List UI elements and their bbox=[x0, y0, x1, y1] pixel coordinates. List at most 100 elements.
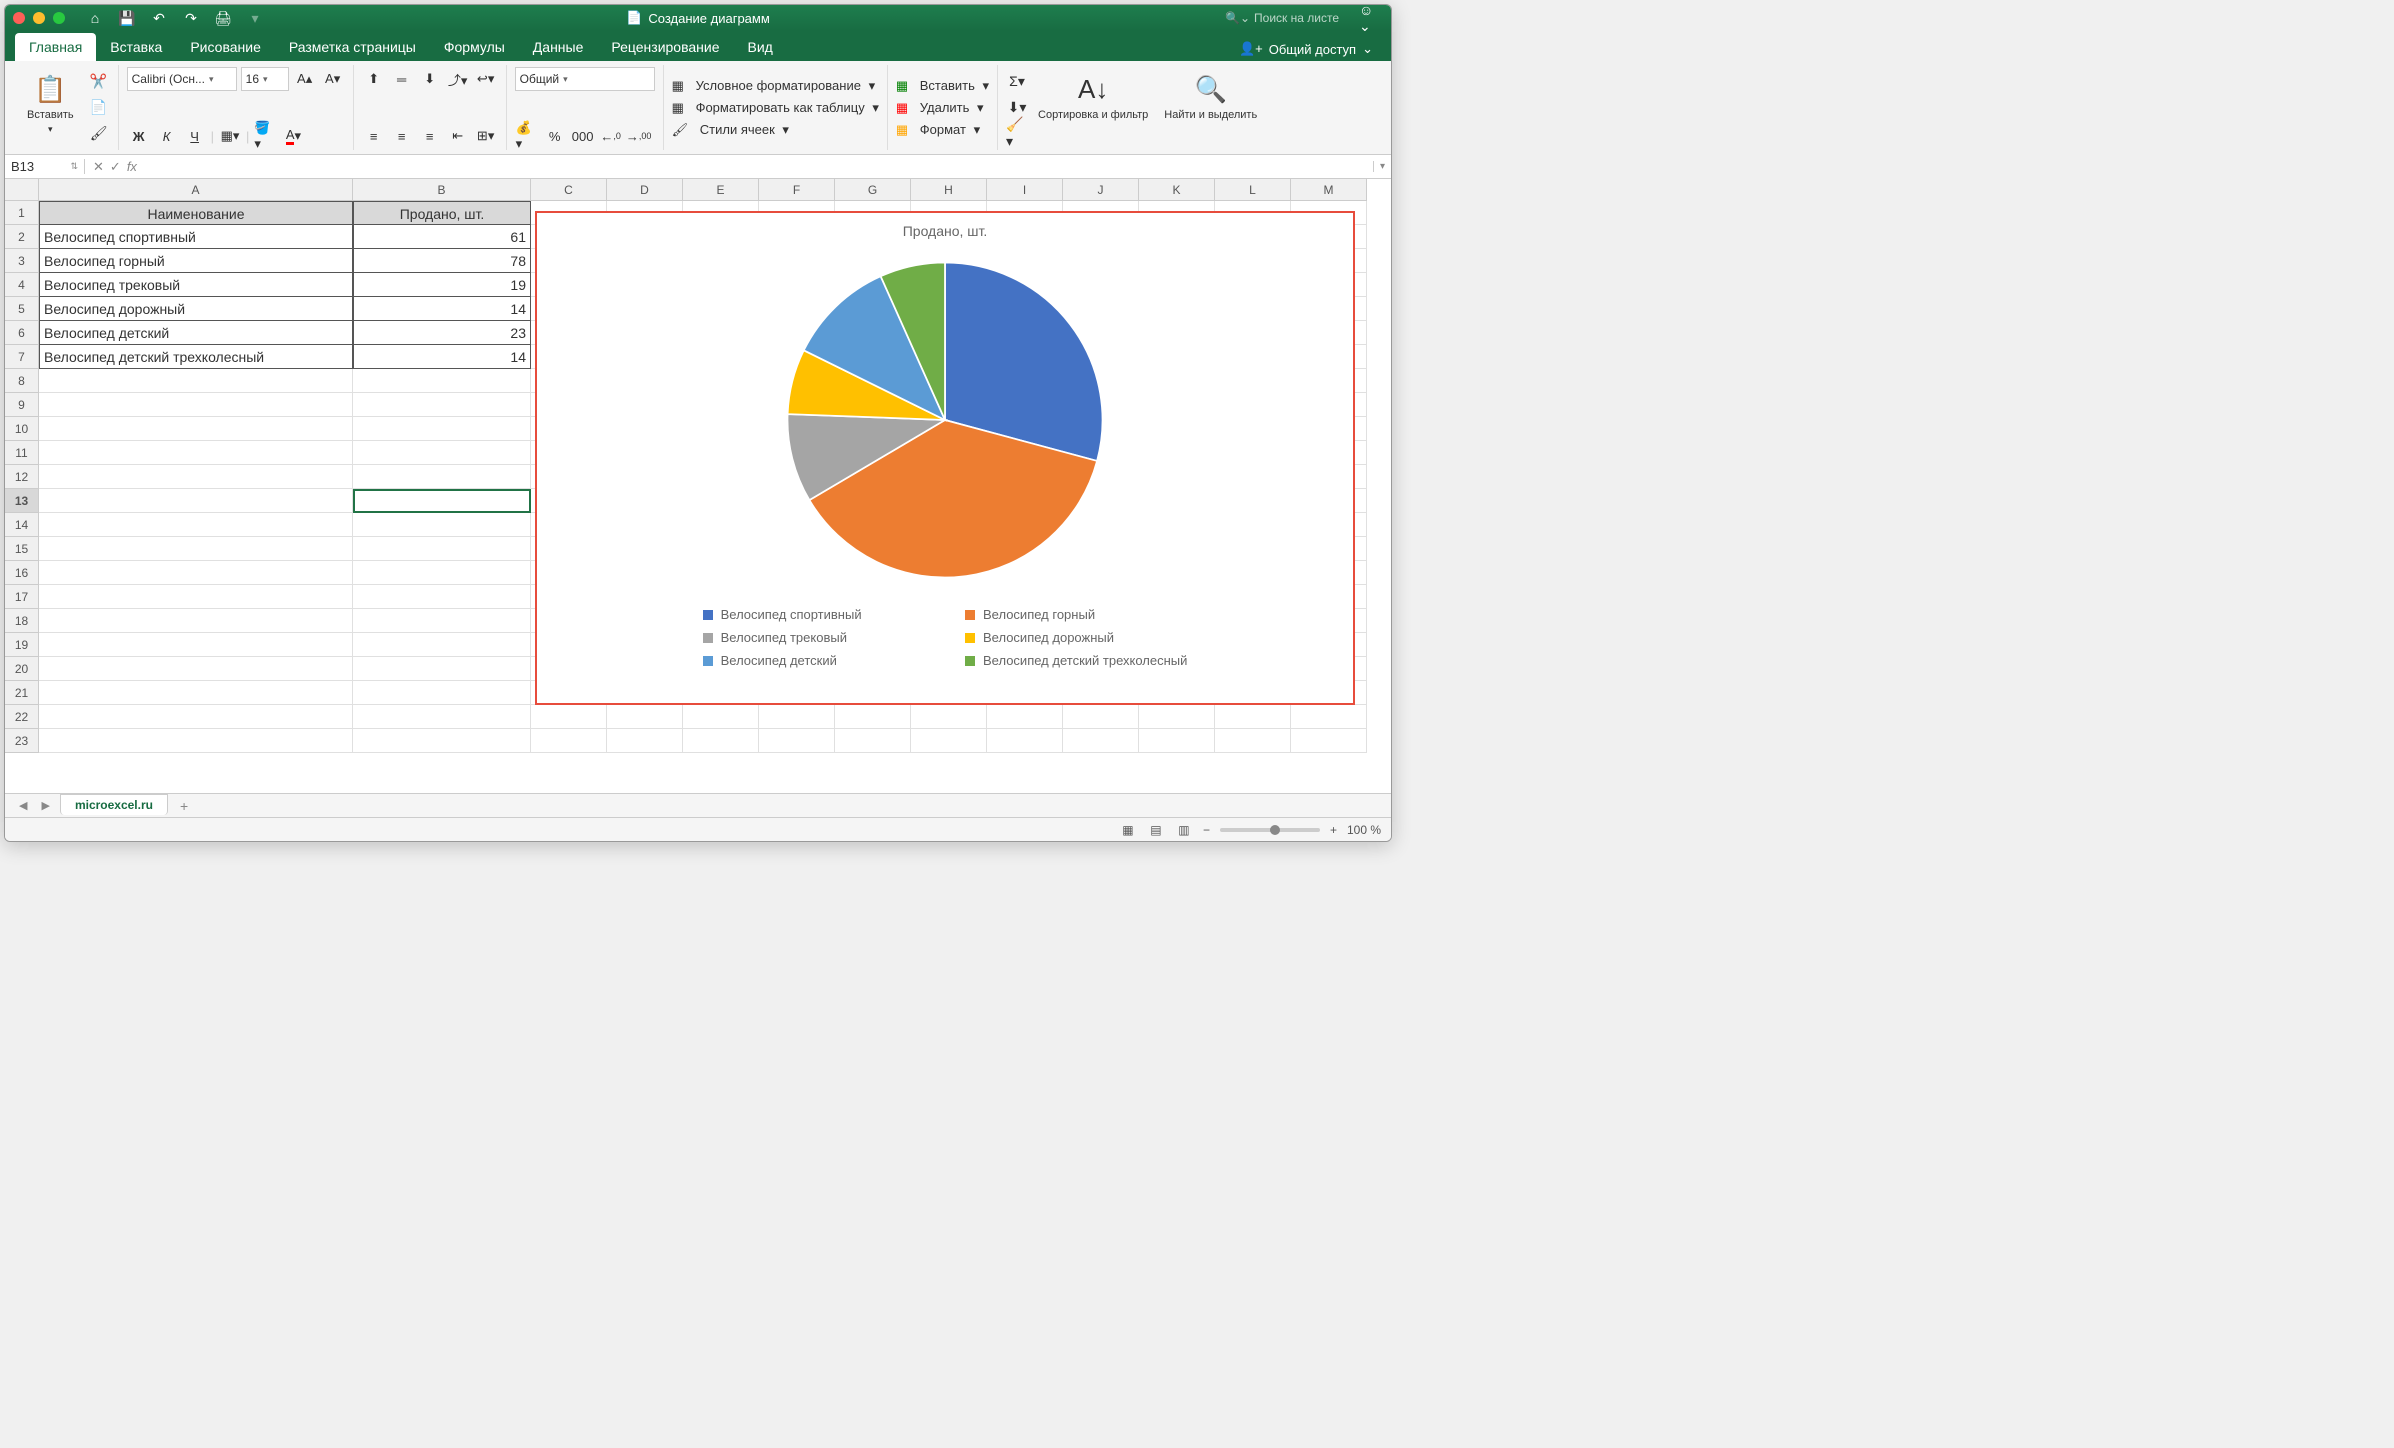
format-painter-icon[interactable]: 🖌 bbox=[88, 122, 110, 144]
column-header[interactable]: C bbox=[531, 179, 607, 201]
align-middle-icon[interactable]: ═ bbox=[390, 67, 414, 91]
column-header[interactable]: B bbox=[353, 179, 531, 201]
cell[interactable] bbox=[835, 729, 911, 753]
dec-increase-icon[interactable]: ←,0 bbox=[599, 124, 623, 148]
zoom-slider[interactable] bbox=[1220, 828, 1320, 832]
row-header[interactable]: 13 bbox=[5, 489, 39, 513]
shrink-font-icon[interactable]: A▾ bbox=[321, 67, 345, 91]
row-header[interactable]: 8 bbox=[5, 369, 39, 393]
share-button[interactable]: 👤+ Общий доступ ⌄ bbox=[1231, 37, 1381, 61]
fill-color-icon[interactable]: 🪣▾ bbox=[253, 124, 277, 148]
cell[interactable] bbox=[1063, 729, 1139, 753]
row-header[interactable]: 18 bbox=[5, 609, 39, 633]
sheet-area[interactable]: ABCDEFGHIJKLM 12345678910111213141516171… bbox=[5, 179, 1391, 793]
cell[interactable] bbox=[353, 393, 531, 417]
row-header[interactable]: 11 bbox=[5, 441, 39, 465]
cell[interactable] bbox=[683, 729, 759, 753]
cell[interactable] bbox=[353, 705, 531, 729]
cell[interactable] bbox=[1291, 729, 1367, 753]
wrap-text-icon[interactable]: ↩▾ bbox=[474, 67, 498, 91]
cell[interactable] bbox=[353, 513, 531, 537]
border-icon[interactable]: ▦▾ bbox=[218, 124, 242, 148]
cell[interactable]: 23 bbox=[353, 321, 531, 345]
cell[interactable]: 19 bbox=[353, 273, 531, 297]
row-header[interactable]: 22 bbox=[5, 705, 39, 729]
cell[interactable] bbox=[353, 369, 531, 393]
cell[interactable] bbox=[987, 705, 1063, 729]
cancel-formula-icon[interactable]: ✕ bbox=[93, 159, 104, 175]
align-right-icon[interactable]: ≡ bbox=[418, 124, 442, 148]
cell[interactable] bbox=[39, 633, 353, 657]
cell[interactable]: Велосипед трековый bbox=[39, 273, 353, 297]
zoom-level[interactable]: 100 % bbox=[1347, 823, 1381, 837]
row-header[interactable]: 16 bbox=[5, 561, 39, 585]
row-header[interactable]: 9 bbox=[5, 393, 39, 417]
cell[interactable] bbox=[911, 729, 987, 753]
zoom-out-icon[interactable]: − bbox=[1203, 823, 1210, 837]
cell[interactable] bbox=[1139, 729, 1215, 753]
row-header[interactable]: 3 bbox=[5, 249, 39, 273]
column-header[interactable]: I bbox=[987, 179, 1063, 201]
cell[interactable]: 61 bbox=[353, 225, 531, 249]
column-header[interactable]: F bbox=[759, 179, 835, 201]
row-header[interactable]: 12 bbox=[5, 465, 39, 489]
column-header[interactable]: L bbox=[1215, 179, 1291, 201]
search-box[interactable]: 🔍⌄ Поиск на листе bbox=[1225, 11, 1339, 25]
cut-icon[interactable]: ✂️ bbox=[88, 70, 110, 92]
cell[interactable] bbox=[39, 729, 353, 753]
cell[interactable] bbox=[1291, 705, 1367, 729]
row-header[interactable]: 6 bbox=[5, 321, 39, 345]
select-all-corner[interactable] bbox=[5, 179, 39, 201]
clear-icon[interactable]: 🧹▾ bbox=[1006, 122, 1028, 144]
row-header[interactable]: 10 bbox=[5, 417, 39, 441]
formula-bar-expand-icon[interactable]: ▾ bbox=[1373, 161, 1391, 172]
cell[interactable] bbox=[39, 609, 353, 633]
cell[interactable] bbox=[759, 729, 835, 753]
cell[interactable] bbox=[1215, 729, 1291, 753]
cell[interactable] bbox=[607, 729, 683, 753]
cell[interactable]: 78 bbox=[353, 249, 531, 273]
number-format-select[interactable]: Общий▾ bbox=[515, 67, 655, 91]
cell[interactable] bbox=[353, 729, 531, 753]
align-center-icon[interactable]: ≡ bbox=[390, 124, 414, 148]
cell[interactable] bbox=[39, 585, 353, 609]
cell[interactable] bbox=[39, 369, 353, 393]
sheet-nav-next-icon[interactable]: ▶ bbox=[37, 799, 53, 812]
cell[interactable] bbox=[39, 417, 353, 441]
cell[interactable] bbox=[353, 537, 531, 561]
save-icon[interactable]: 💾 bbox=[115, 8, 139, 28]
home-icon[interactable]: ⌂ bbox=[83, 8, 107, 28]
tab-page-layout[interactable]: Разметка страницы bbox=[275, 33, 430, 61]
autosum-icon[interactable]: Σ▾ bbox=[1006, 70, 1028, 92]
align-top-icon[interactable]: ⬆ bbox=[362, 67, 386, 91]
align-bottom-icon[interactable]: ⬇ bbox=[418, 67, 442, 91]
row-header[interactable]: 7 bbox=[5, 345, 39, 369]
cell[interactable] bbox=[353, 561, 531, 585]
cell[interactable] bbox=[39, 393, 353, 417]
cell[interactable] bbox=[39, 561, 353, 585]
format-cells-button[interactable]: ▦ Формат ▾ bbox=[896, 122, 989, 138]
row-header[interactable]: 15 bbox=[5, 537, 39, 561]
cell[interactable] bbox=[353, 657, 531, 681]
cell[interactable] bbox=[911, 705, 987, 729]
tab-insert[interactable]: Вставка bbox=[96, 33, 176, 61]
print-icon[interactable]: 🖨 bbox=[211, 8, 235, 28]
cell[interactable]: Велосипед детский трехколесный bbox=[39, 345, 353, 369]
view-page-layout-icon[interactable]: ▤ bbox=[1147, 822, 1165, 838]
cell[interactable] bbox=[987, 729, 1063, 753]
orientation-icon[interactable]: ⤴▾ bbox=[446, 67, 470, 91]
row-header[interactable]: 21 bbox=[5, 681, 39, 705]
cell[interactable]: Велосипед спортивный bbox=[39, 225, 353, 249]
fx-icon[interactable]: fx bbox=[127, 159, 137, 174]
cell[interactable] bbox=[353, 465, 531, 489]
cell[interactable] bbox=[353, 489, 531, 513]
cell[interactable] bbox=[607, 705, 683, 729]
maximize-icon[interactable] bbox=[53, 12, 65, 24]
column-header[interactable]: E bbox=[683, 179, 759, 201]
add-sheet-button[interactable]: + bbox=[174, 798, 194, 814]
delete-cells-button[interactable]: ▦ Удалить ▾ bbox=[896, 100, 989, 116]
column-header[interactable]: M bbox=[1291, 179, 1367, 201]
font-size-select[interactable]: 16▾ bbox=[241, 67, 289, 91]
cell[interactable]: Наименование bbox=[39, 201, 353, 225]
bold-button[interactable]: Ж bbox=[127, 124, 151, 148]
